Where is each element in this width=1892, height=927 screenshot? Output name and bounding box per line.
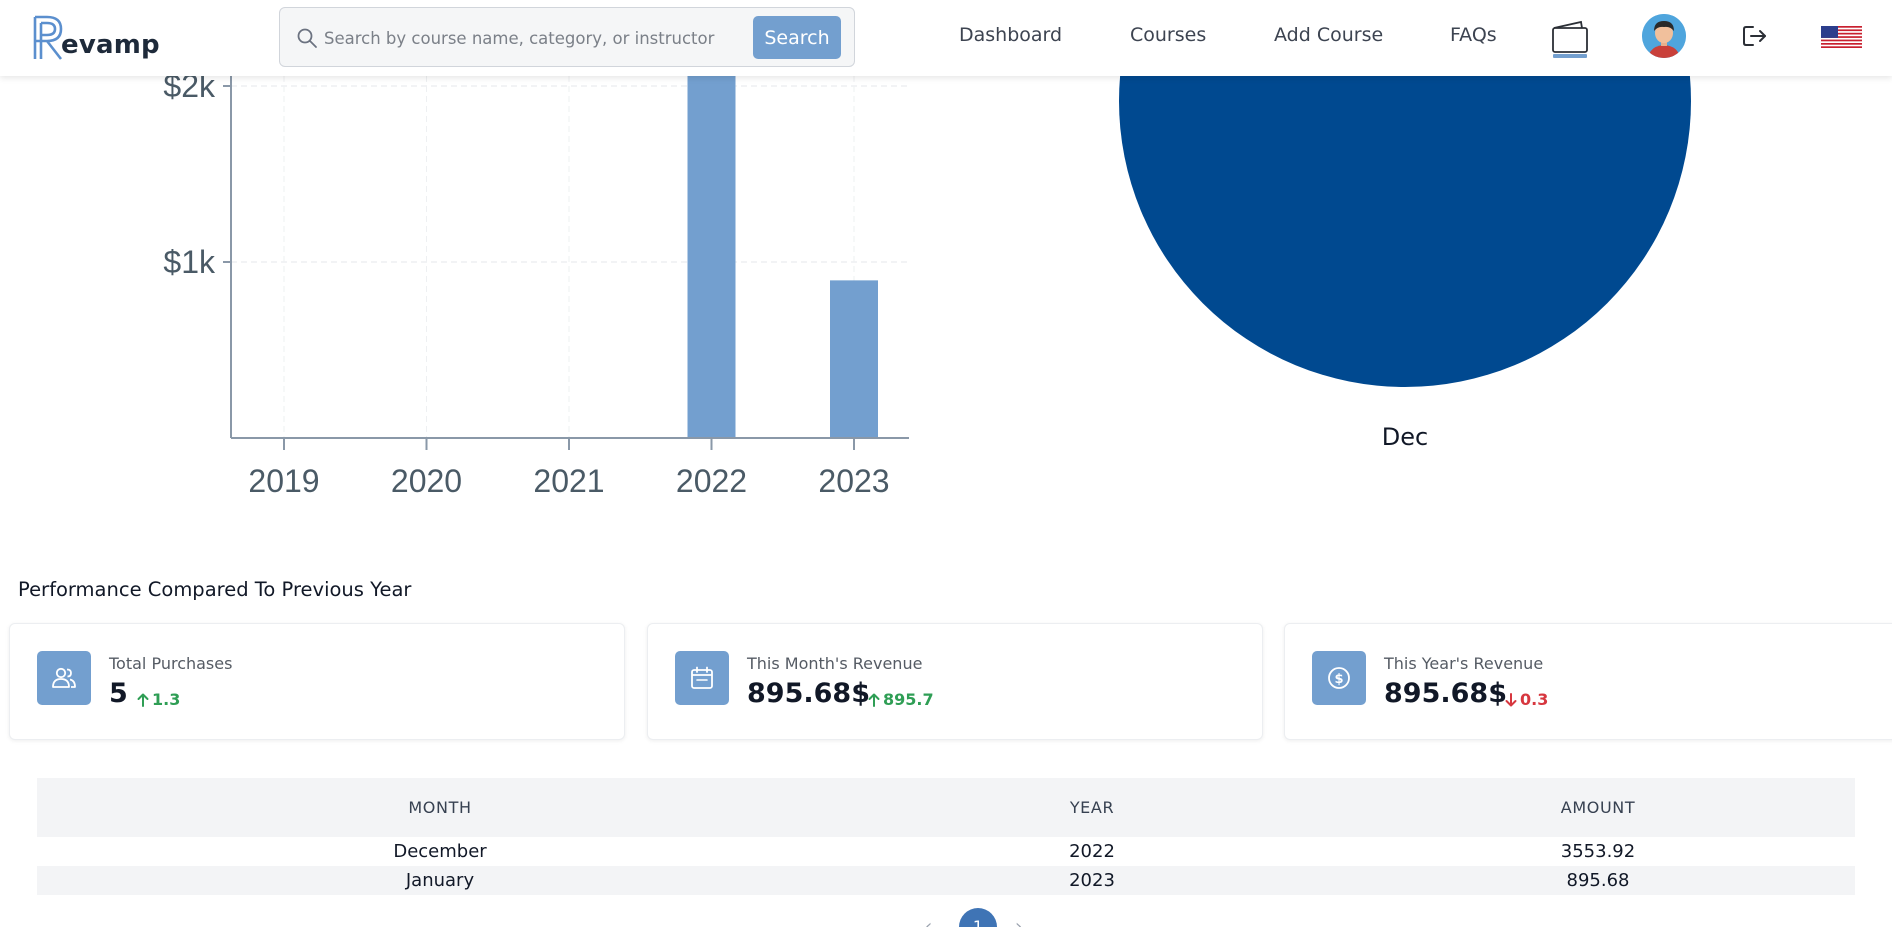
pie-slice-Dec[interactable] [1119, 76, 1691, 387]
bar-2022[interactable] [687, 76, 736, 438]
delta-value: 0.3 [1520, 690, 1549, 709]
chart-grid [231, 76, 909, 438]
column-header-month[interactable]: MONTH [37, 798, 843, 817]
x-tick-label: 2020 [391, 463, 462, 499]
cell-amount: 3553.92 [1560, 841, 1636, 862]
table-row: December 2022 3553.92 [37, 837, 1855, 866]
month-revenue-card: This Month's Revenue 895.68$ 895.7 [647, 623, 1263, 740]
y-tick-label: $1k [163, 244, 216, 280]
bar-2023[interactable] [830, 280, 878, 438]
logo[interactable]: evamp [33, 13, 160, 61]
delta-up: 895.7 [868, 690, 934, 709]
card-value: 895.68$ [747, 678, 870, 709]
us-flag-icon[interactable] [1821, 26, 1862, 48]
monthly-revenue-pie-chart: Dec [1119, 76, 1691, 451]
column-header-amount[interactable]: AMOUNT [1341, 798, 1855, 817]
card-label: This Year's Revenue [1384, 654, 1544, 673]
arrow-up-icon [868, 693, 880, 707]
nav-add-course[interactable]: Add Course [1274, 24, 1383, 46]
y-tick-label: $2k [163, 76, 216, 104]
x-tick-label: 2022 [676, 463, 747, 499]
cell-year: 2023 [1069, 870, 1115, 891]
prev-page-icon[interactable]: ‹ [925, 916, 932, 927]
wallet-icon[interactable] [1551, 19, 1589, 59]
delta-up: 1.3 [137, 690, 180, 709]
pagination: ‹ 1 › [0, 906, 1892, 927]
page-button-current[interactable]: 1 [959, 908, 997, 927]
search-button[interactable]: Search [753, 16, 841, 59]
arrow-up-icon [137, 693, 149, 707]
cell-month: December [393, 841, 487, 862]
delta-value: 1.3 [152, 690, 181, 709]
delta-value: 895.7 [883, 690, 934, 709]
table-row: January 2023 895.68 [37, 866, 1855, 895]
dollar-coin-icon: $ [1312, 651, 1366, 705]
year-revenue-card: $ This Year's Revenue 895.68$ 0.3 [1284, 623, 1892, 740]
top-navbar: evamp Search Dashboard Courses Add Cours… [0, 0, 1892, 76]
card-value: 895.68$ [1384, 678, 1507, 709]
nav-courses[interactable]: Courses [1130, 24, 1206, 46]
card-value: 5 [109, 678, 128, 709]
calendar-icon [675, 651, 729, 705]
x-tick-label: 2019 [248, 463, 319, 499]
x-tick-label: 2023 [818, 463, 889, 499]
search-bar: Search [279, 7, 1024, 67]
next-page-icon[interactable]: › [1015, 916, 1022, 927]
total-purchases-card: Total Purchases 5 1.3 [9, 623, 625, 740]
pie-label: Dec [1382, 423, 1428, 451]
search-icon [297, 28, 317, 48]
card-label: This Month's Revenue [747, 654, 923, 673]
users-icon [37, 651, 91, 705]
avatar[interactable] [1642, 14, 1686, 58]
x-tick-label: 2021 [533, 463, 604, 499]
arrow-down-icon [1505, 692, 1517, 706]
nav-faqs[interactable]: FAQs [1450, 24, 1497, 46]
logo-text: evamp [61, 30, 160, 60]
delta-down: 0.3 [1505, 690, 1548, 709]
nav-dashboard[interactable]: Dashboard [959, 24, 1062, 46]
table-header: MONTH YEAR AMOUNT [37, 778, 1855, 837]
cell-month: January [405, 870, 475, 891]
cell-amount: 895.68 [1566, 870, 1630, 891]
revenue-table: MONTH YEAR AMOUNT December 2022 3553.92 … [37, 778, 1855, 895]
logout-icon[interactable] [1742, 24, 1768, 48]
svg-text:$: $ [1334, 672, 1343, 687]
performance-title: Performance Compared To Previous Year [18, 578, 412, 601]
logo-r-mark [33, 15, 63, 60]
card-label: Total Purchases [109, 654, 233, 673]
cell-year: 2022 [1069, 841, 1115, 862]
yearly-revenue-bar-chart: $1k $2k 2019 2020 2021 2022 2023 [163, 76, 909, 499]
user-avatar-icon [1642, 14, 1686, 58]
column-header-year[interactable]: YEAR [843, 798, 1341, 817]
search-input[interactable] [324, 16, 1024, 60]
